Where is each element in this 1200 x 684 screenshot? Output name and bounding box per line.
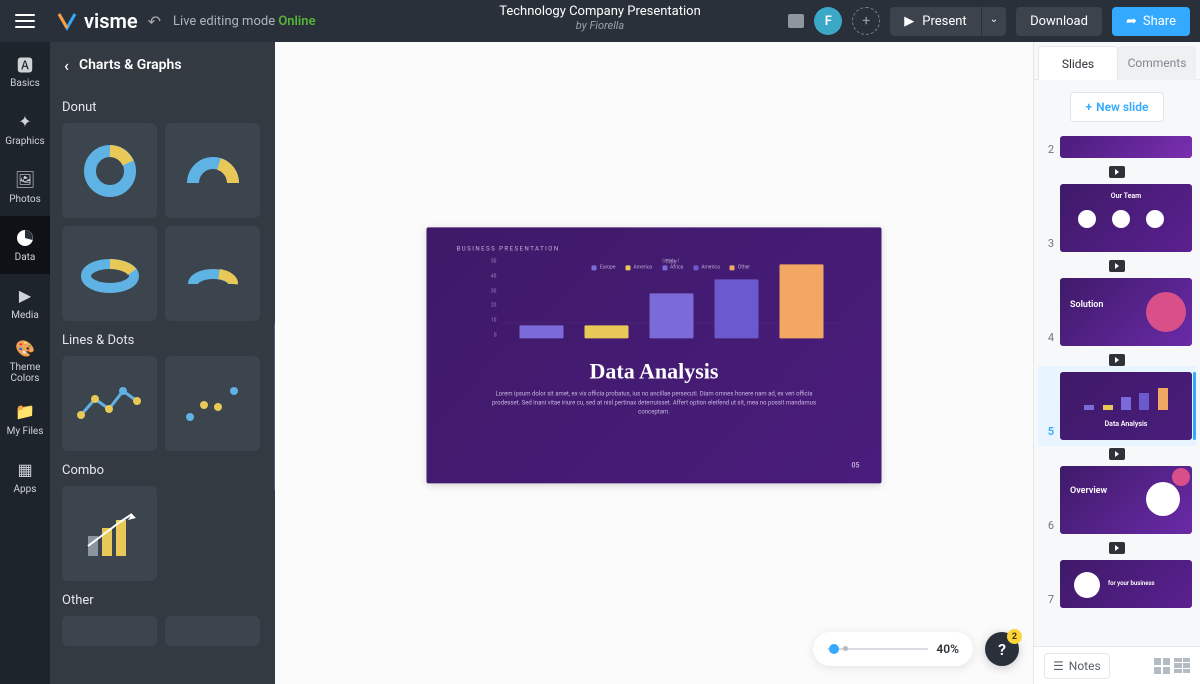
category-donut: Donut (62, 100, 263, 115)
chart-tile-combo[interactable] (62, 486, 157, 581)
thumb-row-7[interactable]: 7 for your business (1038, 554, 1196, 614)
present-dropdown[interactable]: ⌄ (982, 7, 1006, 36)
rail-basics[interactable]: 🅰Basics (0, 42, 50, 100)
zoom-thumb[interactable] (829, 644, 839, 654)
hamburger-menu[interactable] (0, 14, 50, 28)
view-grid-icon[interactable] (1154, 658, 1170, 674)
thumb-row-4[interactable]: 4 Solution (1038, 272, 1196, 352)
chart-tile-donut-half[interactable] (165, 123, 260, 218)
share-icon: ➦ (1126, 14, 1137, 29)
view-list-icon[interactable] (1174, 658, 1190, 674)
visme-logo[interactable]: visme (56, 9, 138, 33)
rail-apps[interactable]: ▦Apps (0, 448, 50, 506)
basics-icon: 🅰 (15, 54, 35, 74)
chart-tile-other-2[interactable] (165, 616, 260, 646)
rail-my-files[interactable]: 📁My Files (0, 390, 50, 448)
graphics-icon: ✦ (15, 112, 35, 132)
thumb-3[interactable]: Our Team (1060, 184, 1192, 252)
slide-chart[interactable]: Title 50403020100 Series 1 Europe Americ… (501, 258, 842, 350)
charts-side-panel: ‹ Charts & Graphs Donut Lines & Dots Com… (50, 42, 275, 684)
slide-heading[interactable]: Data Analysis (457, 358, 852, 384)
transition-icon[interactable] (1109, 166, 1125, 178)
slide-thumbnails: 2 3 Our Team 4 Solution (1034, 130, 1200, 646)
tab-slides[interactable]: Slides (1038, 46, 1118, 80)
left-rail: 🅰Basics ✦Graphics 🖼Photos Data ▶Media 🎨T… (0, 42, 50, 684)
thumb-2[interactable] (1060, 136, 1192, 158)
transition-icon[interactable] (1109, 448, 1125, 460)
chart-tile-donut-half-3d[interactable] (165, 226, 260, 321)
topbar: visme ↶ Live editing mode Online Technol… (0, 0, 1200, 42)
rail-theme-colors[interactable]: 🎨Theme Colors (0, 332, 50, 390)
edit-mode-status: Live editing mode Online (173, 14, 316, 29)
chart-y-axis: 50403020100 (483, 258, 497, 338)
share-button[interactable]: ➦ Share (1112, 7, 1190, 36)
present-button[interactable]: ▶ Present (890, 7, 980, 36)
bar-america-1 (584, 326, 628, 339)
thumb-6[interactable]: Overview (1060, 466, 1192, 534)
chart-tile-scatter[interactable] (165, 356, 260, 451)
chart-tile-donut-3d[interactable] (62, 226, 157, 321)
zoom-slider[interactable] (827, 648, 928, 650)
zoom-control[interactable]: 40% (813, 632, 973, 666)
slide-overline: BUSINESS PRESENTATION (457, 245, 852, 252)
thumb-5[interactable]: Data Analysis (1060, 372, 1192, 440)
add-collaborator-button[interactable]: + (852, 7, 880, 35)
thumb-row-2[interactable]: 2 (1038, 130, 1196, 164)
photos-icon: 🖼 (15, 170, 35, 190)
palette-icon: 🎨 (15, 338, 35, 358)
slide-page-number: 05 (852, 461, 860, 469)
thumb-4[interactable]: Solution (1060, 278, 1192, 346)
new-slide-button[interactable]: +New slide (1070, 92, 1163, 122)
notes-button[interactable]: ☰ Notes (1044, 653, 1110, 679)
right-panel: Slides Comments +New slide 2 3 Our Team (1033, 42, 1200, 684)
thumb-row-5[interactable]: 5 Data Analysis (1038, 366, 1196, 446)
category-lines-dots: Lines & Dots (62, 333, 263, 348)
transition-icon[interactable] (1109, 260, 1125, 272)
transition-icon[interactable] (1109, 542, 1125, 554)
bar-europe (519, 326, 563, 339)
back-chevron-icon[interactable]: ‹ (64, 56, 69, 75)
thumb-row-3[interactable]: 3 Our Team (1038, 178, 1196, 258)
category-other: Other (62, 593, 263, 608)
tab-comments[interactable]: Comments (1118, 46, 1196, 80)
bar-america-2 (714, 279, 758, 338)
user-avatar[interactable]: F (814, 7, 842, 35)
canvas-area[interactable]: BUSINESS PRESENTATION Title 50403020100 … (275, 42, 1033, 684)
rail-photos[interactable]: 🖼Photos (0, 158, 50, 216)
thumb-7[interactable]: for your business (1060, 560, 1192, 608)
download-button[interactable]: Download (1016, 7, 1102, 36)
rail-data[interactable]: Data (0, 216, 50, 274)
slide-canvas[interactable]: BUSINESS PRESENTATION Title 50403020100 … (427, 227, 882, 483)
bar-other (779, 265, 823, 339)
files-icon: 📁 (15, 402, 35, 422)
slide-body-text[interactable]: Lorem ipsum dolor sit amet, ex vix offic… (457, 389, 852, 416)
chart-tile-other-1[interactable] (62, 616, 157, 646)
media-icon: ▶ (15, 286, 35, 306)
rail-graphics[interactable]: ✦Graphics (0, 100, 50, 158)
chart-tile-line[interactable] (62, 356, 157, 451)
zoom-value: 40% (936, 642, 959, 656)
thumb-row-6[interactable]: 6 Overview (1038, 460, 1196, 540)
transition-icon[interactable] (1109, 354, 1125, 366)
panel-title: Charts & Graphs (79, 57, 182, 73)
category-combo: Combo (62, 463, 263, 478)
data-icon (15, 228, 35, 248)
apps-icon: ▦ (15, 460, 35, 480)
logo-text: visme (84, 9, 138, 33)
bar-africa (649, 294, 693, 339)
play-icon: ▶ (904, 14, 914, 29)
rail-media[interactable]: ▶Media (0, 274, 50, 332)
zoom-marker (843, 646, 848, 651)
comment-icon[interactable] (788, 14, 804, 28)
undo-icon[interactable]: ↶ (148, 12, 161, 31)
help-button[interactable]: ? 2 (985, 632, 1019, 666)
help-badge: 2 (1007, 629, 1022, 644)
plus-icon: + (1085, 100, 1092, 114)
chart-tile-donut-full[interactable] (62, 123, 157, 218)
hamburger-icon (15, 14, 35, 28)
notes-icon: ☰ (1053, 659, 1064, 673)
document-title[interactable]: Technology Company Presentation by Fiore… (499, 4, 701, 32)
chart-bars (501, 258, 842, 338)
